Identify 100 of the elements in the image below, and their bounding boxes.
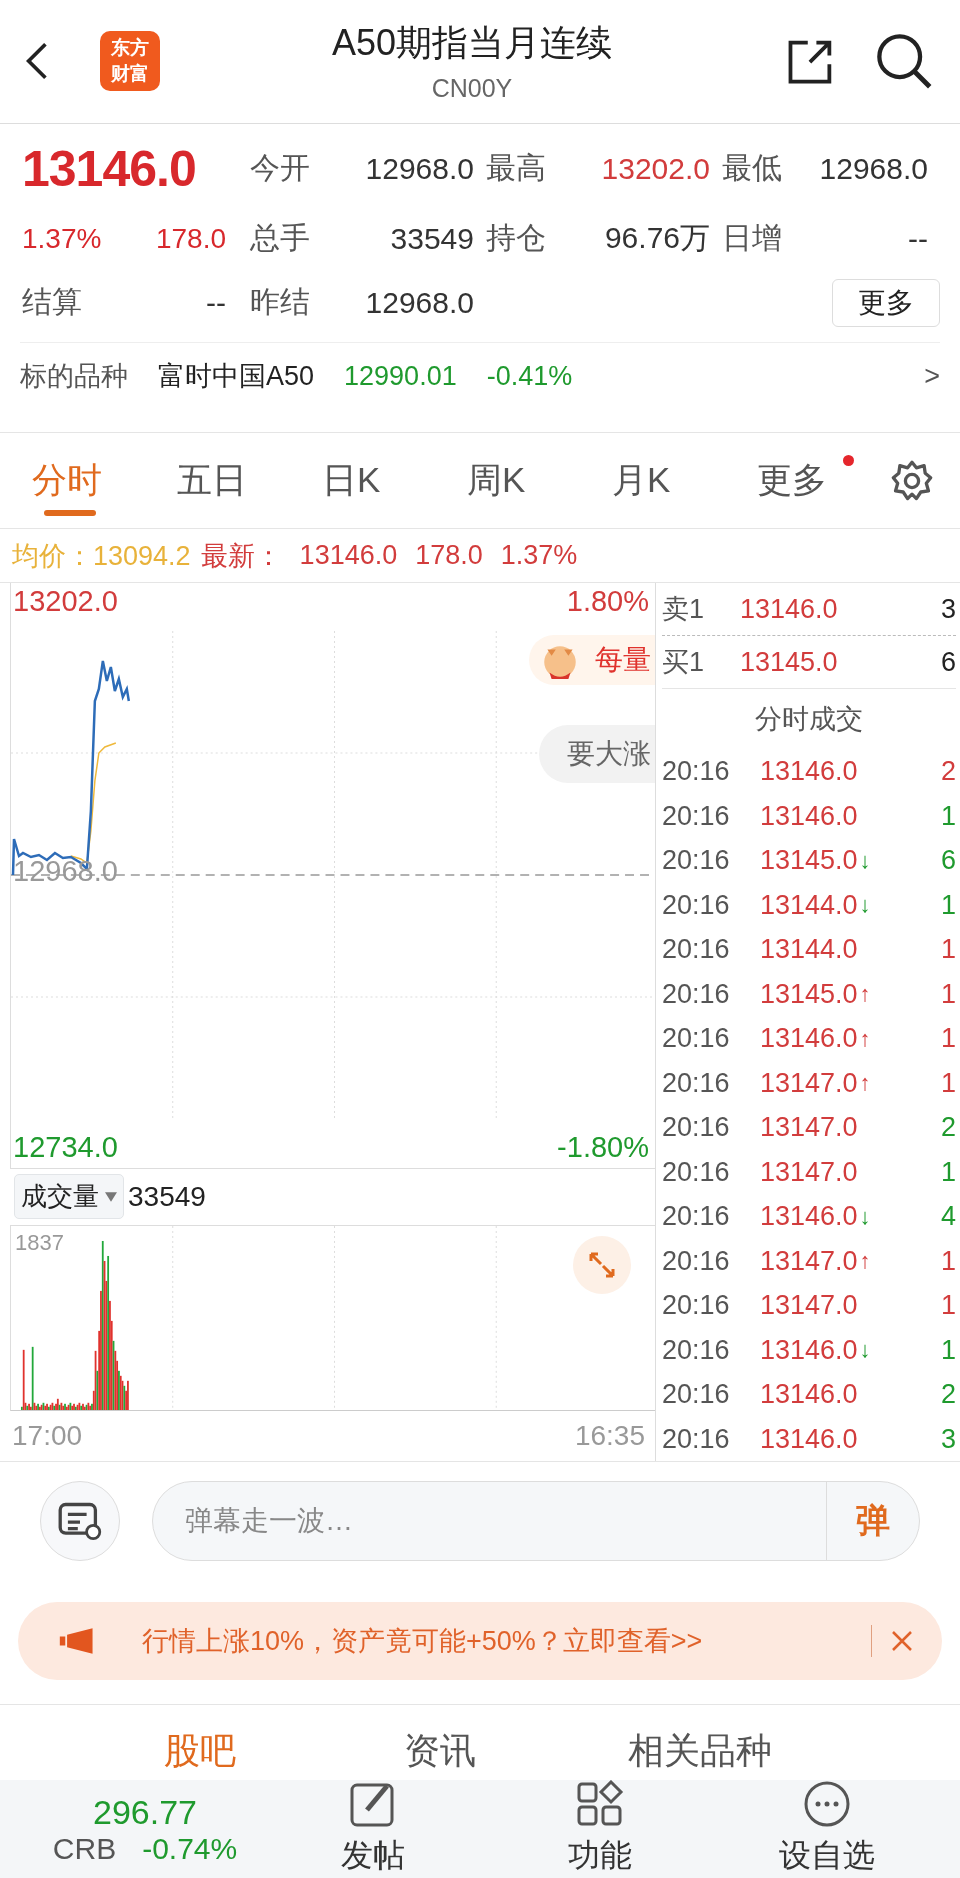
trend-arrow: ↓ bbox=[859, 1205, 871, 1228]
trade-quantity: 1 bbox=[940, 1245, 956, 1277]
apps-icon bbox=[576, 1780, 624, 1828]
trend-arrow: ↓ bbox=[859, 1339, 871, 1362]
latest-price: 13146.0 bbox=[299, 540, 398, 572]
field-label: 持仓 bbox=[486, 220, 546, 257]
time-start-label: 17:00 bbox=[12, 1420, 83, 1453]
underlying-row[interactable]: 标的品种 富时中国A50 12990.01 -0.41% > bbox=[20, 341, 940, 411]
danmaku-settings-icon bbox=[58, 1501, 102, 1542]
trade-quantity: 2 bbox=[940, 1112, 956, 1144]
trade-quantity: 2 bbox=[940, 1379, 956, 1411]
chart-tab[interactable]: 周K bbox=[467, 433, 612, 529]
index-change: -0.74% bbox=[142, 1831, 238, 1866]
trend-arrow: ↑ bbox=[859, 1027, 871, 1050]
trade-time: 20:16 bbox=[662, 1290, 731, 1322]
trade-price: 13145.0 bbox=[760, 978, 858, 1010]
order-side: 买1 bbox=[662, 646, 706, 680]
trade-quantity: 1 bbox=[940, 1067, 956, 1099]
promo-badge[interactable]: 每量 bbox=[529, 635, 655, 686]
trend-arrow: ↑ bbox=[859, 983, 871, 1006]
volume-max-label: 1837 bbox=[15, 1229, 64, 1256]
more-button[interactable]: 更多 bbox=[832, 278, 940, 327]
section-tab[interactable]: 相关品种 bbox=[480, 1727, 920, 1776]
index-name: CRB bbox=[52, 1831, 117, 1866]
order-quantity: 3 bbox=[940, 593, 956, 625]
latest-change: 178.0 bbox=[415, 540, 483, 572]
trend-arrow: ↑ bbox=[859, 1072, 871, 1095]
chart-tab[interactable]: 更多 bbox=[757, 433, 902, 529]
settings-icon[interactable] bbox=[890, 458, 934, 503]
trade-time: 20:16 bbox=[662, 1379, 731, 1411]
order-side: 卖1 bbox=[662, 593, 706, 627]
field-value: 96.76万 bbox=[604, 220, 710, 257]
trade-time: 20:16 bbox=[662, 1245, 731, 1277]
field-label: 最低 bbox=[722, 150, 782, 187]
toolbar-button[interactable]: 设自选 bbox=[713, 1780, 940, 1878]
field-label: 日增 bbox=[722, 220, 782, 257]
latest-percent: 1.37% bbox=[500, 540, 578, 572]
trade-price: 13144.0 bbox=[760, 889, 858, 921]
trade-time: 20:16 bbox=[662, 889, 731, 921]
trade-quantity: 1 bbox=[940, 1023, 956, 1055]
chevron: > bbox=[924, 360, 940, 392]
last-price: 13146.0 bbox=[22, 139, 197, 199]
index-ticker[interactable]: 296.77 CRB -0.74% bbox=[30, 1792, 260, 1866]
close-icon[interactable] bbox=[890, 1628, 914, 1653]
field-value: 12968.0 bbox=[819, 151, 928, 186]
trade-time: 20:16 bbox=[662, 1201, 731, 1233]
toolbar-button[interactable]: 发帖 bbox=[260, 1780, 487, 1878]
chart-tab[interactable]: 月K bbox=[612, 433, 757, 529]
trade-time: 20:16 bbox=[662, 978, 731, 1010]
field-value: 12968.0 bbox=[365, 285, 474, 320]
trade-price: 13147.0 bbox=[760, 1156, 858, 1188]
order-price: 13145.0 bbox=[740, 646, 839, 678]
underlying-price: 12990.01 bbox=[344, 360, 457, 392]
field-value: 13202.0 bbox=[601, 151, 710, 186]
hint-bubble[interactable]: 要大涨 bbox=[539, 725, 655, 784]
trend-arrow: ↑ bbox=[859, 1250, 871, 1273]
trade-time: 20:16 bbox=[662, 1423, 731, 1455]
order-quantity: 6 bbox=[940, 646, 956, 678]
underlying-name: 富时中国A50 bbox=[158, 360, 315, 394]
trade-time: 20:16 bbox=[662, 800, 731, 832]
indicator-dropdown[interactable]: 成交量 bbox=[14, 1174, 124, 1220]
trade-price: 13146.0 bbox=[760, 800, 858, 832]
trade-price: 13144.0 bbox=[760, 934, 858, 966]
field-value: 33549 bbox=[390, 221, 474, 256]
time-end-label: 16:35 bbox=[574, 1420, 645, 1453]
app-logo: 东方 财富 bbox=[100, 31, 160, 92]
trade-price: 13145.0 bbox=[760, 845, 858, 877]
banner-text: 行情上涨10%，资产竟可能+50%？立即查看>> bbox=[142, 1624, 703, 1658]
axis-low-percent: -1.80% bbox=[557, 1130, 649, 1164]
trade-time: 20:16 bbox=[662, 1023, 731, 1055]
trend-arrow: ↓ bbox=[859, 894, 871, 917]
field-label: 今开 bbox=[250, 150, 310, 187]
trade-time: 20:16 bbox=[662, 1112, 731, 1144]
underlying-label: 标的品种 bbox=[20, 360, 128, 394]
axis-high-percent: 1.80% bbox=[566, 585, 649, 619]
field-label: 昨结 bbox=[250, 284, 310, 321]
trade-price: 13147.0 bbox=[760, 1067, 858, 1099]
trade-price: 13147.0 bbox=[760, 1112, 858, 1144]
chart-tab[interactable]: 五日 bbox=[177, 433, 322, 529]
trend-arrow: ↓ bbox=[859, 849, 871, 872]
toolbar-button[interactable]: 功能 bbox=[486, 1780, 714, 1878]
trade-quantity: 4 bbox=[940, 1201, 956, 1233]
index-value: 296.77 bbox=[93, 1792, 197, 1832]
trade-price: 13146.0 bbox=[760, 1334, 858, 1366]
trade-quantity: 6 bbox=[940, 845, 956, 877]
instrument-code: CN00Y bbox=[431, 74, 513, 104]
change-value: 178.0 bbox=[155, 222, 226, 255]
trade-price: 13147.0 bbox=[760, 1290, 858, 1322]
volume-total: 33549 bbox=[128, 1180, 206, 1213]
section-tab[interactable]: 资讯 bbox=[400, 1727, 480, 1776]
trade-price: 13146.0 bbox=[760, 1379, 858, 1411]
field-label: 最高 bbox=[486, 150, 546, 187]
trade-quantity: 1 bbox=[940, 934, 956, 966]
trade-time: 20:16 bbox=[662, 934, 731, 966]
field-value: -- bbox=[206, 285, 226, 320]
trade-quantity: 1 bbox=[940, 800, 956, 832]
trade-price: 13146.0 bbox=[760, 1201, 858, 1233]
field-value: -- bbox=[908, 221, 928, 256]
chart-tab[interactable]: 日K bbox=[322, 433, 467, 529]
trade-quantity: 3 bbox=[940, 1423, 956, 1455]
